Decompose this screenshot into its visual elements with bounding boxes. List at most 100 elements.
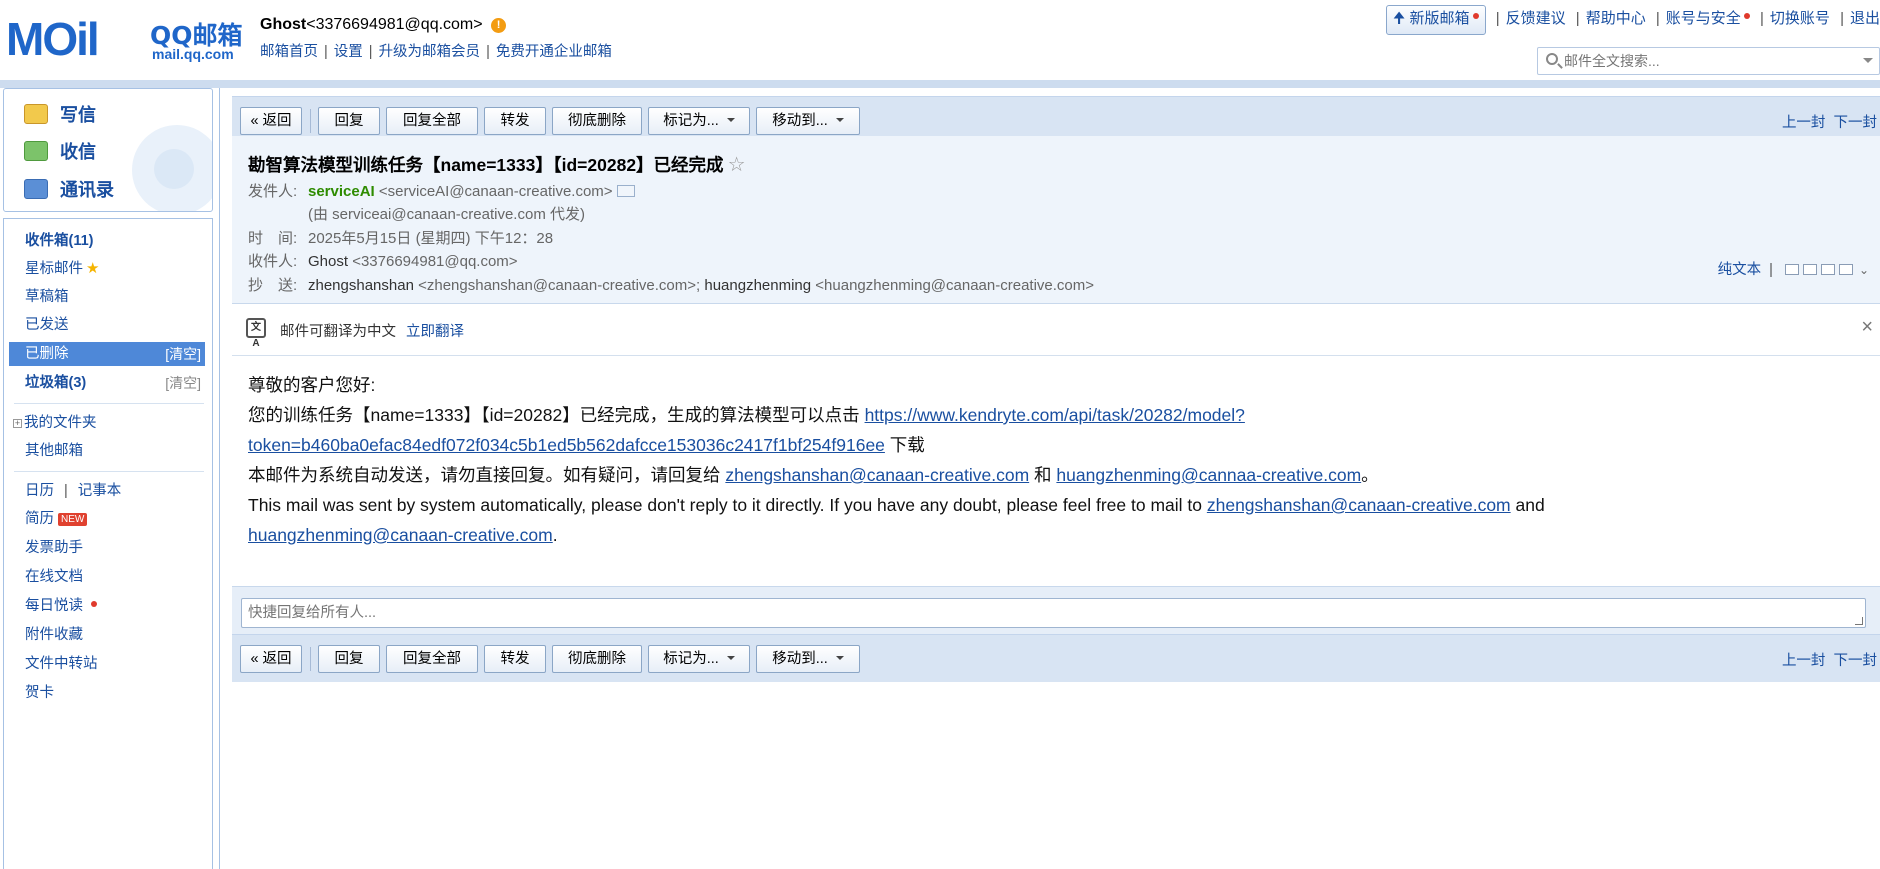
recipient-email[interactable]: <3376694981@qq.com> (352, 253, 517, 270)
reply-all-button[interactable]: 回复全部 (386, 107, 478, 135)
reply-button[interactable]: 回复 (318, 645, 380, 673)
move-to-dropdown[interactable]: 移动到... (756, 107, 860, 135)
qq-mail-logo[interactable]: MOil QQ邮箱 mail.qq.com (6, 12, 246, 65)
reply-all-button[interactable]: 回复全部 (386, 645, 478, 673)
prev-mail-link[interactable]: 上一封 (1782, 115, 1826, 131)
link-enterprise-mail[interactable]: 免费开通企业邮箱 (496, 44, 612, 60)
link-account-security[interactable]: 账号与安全 (1666, 10, 1750, 27)
back-button[interactable]: « 返回 (240, 107, 302, 135)
sidebar-quick-actions: 写信 收信 通讯录 (3, 88, 213, 212)
next-mail-link[interactable]: 下一封 (1834, 115, 1878, 131)
sidebar-item-greeting-card[interactable]: 贺卡 (9, 681, 205, 705)
warning-icon[interactable]: ! (491, 18, 507, 33)
sidebar-item-other-mailbox[interactable]: 其他邮箱 (9, 439, 205, 463)
sidebar-item-daily-reading[interactable]: 每日悦读 (9, 594, 205, 618)
link-notes[interactable]: 记事本 (78, 483, 122, 499)
user-email: <3376694981@qq.com> (306, 16, 483, 33)
mark-as-dropdown[interactable]: 标记为... (648, 645, 750, 673)
quick-reply-box[interactable] (241, 598, 1866, 628)
link-upgrade-vip[interactable]: 升级为邮箱会员 (379, 44, 481, 60)
link-help-center[interactable]: 帮助中心 (1586, 10, 1646, 27)
check-mail-button[interactable]: 收信 (24, 138, 96, 164)
quick-reply-input[interactable] (242, 599, 1865, 627)
chevron-down-icon[interactable] (1863, 58, 1873, 68)
contact-email-link[interactable]: huangzhenming@cannaa-creative.com (1056, 465, 1361, 485)
resize-grip-icon[interactable] (1855, 617, 1863, 625)
model-download-link[interactable]: https://www.kendryte.com/api/task/20282/… (865, 405, 1245, 425)
sidebar-item-drafts[interactable]: 草稿箱 (9, 285, 205, 309)
search-input[interactable] (1538, 48, 1879, 74)
reply-button[interactable]: 回复 (318, 107, 380, 135)
search-box[interactable] (1537, 47, 1880, 75)
sidebar-item-resume[interactable]: 简历 NEW (9, 507, 205, 531)
back-button[interactable]: « 返回 (240, 645, 302, 673)
forward-button[interactable]: 转发 (484, 645, 546, 673)
mail-view-options: 纯文本 | ⌄ (1717, 262, 1869, 278)
contacts-button[interactable]: 通讯录 (24, 176, 114, 202)
inbox-download-icon (24, 141, 48, 161)
model-download-link-token[interactable]: token=b460ba0efac84edf072f034c5b1ed5b562… (248, 435, 885, 455)
delete-permanently-button[interactable]: 彻底删除 (552, 645, 642, 673)
cc-name[interactable]: zhengshanshan (308, 277, 414, 294)
link-calendar[interactable]: 日历 (25, 483, 54, 499)
chevron-down-icon (726, 118, 735, 126)
mail-to-row: 收件人: Ghost <3376694981@qq.com> (248, 253, 518, 270)
recipient-name[interactable]: Ghost (308, 253, 348, 270)
expand-plus-icon[interactable]: + (13, 419, 22, 428)
cc-email[interactable]: <huangzhenming@canaan-creative.com> (815, 277, 1094, 294)
contact-email-link[interactable]: zhengshanshan@canaan-creative.com (725, 465, 1029, 485)
sidebar-item-inbox[interactable]: 收件箱(11) (9, 229, 205, 253)
close-icon[interactable]: × (1861, 316, 1873, 339)
logo-domain-text: mail.qq.com (152, 46, 234, 62)
contact-email-link[interactable]: huangzhenming@canaan-creative.com (248, 525, 553, 545)
sidebar-divider (14, 471, 204, 472)
sidebar-item-spam[interactable]: 垃圾箱(3) [清空] (9, 371, 205, 395)
chevron-down-icon (835, 118, 844, 126)
sidebar-item-invoice[interactable]: 发票助手 (9, 536, 205, 560)
print-icon[interactable] (1838, 264, 1853, 275)
next-mail-link[interactable]: 下一封 (1834, 653, 1878, 669)
mark-as-dropdown[interactable]: 标记为... (648, 107, 750, 135)
download-icon[interactable] (1820, 264, 1835, 275)
contact-email-link[interactable]: zhengshanshan@canaan-creative.com (1207, 495, 1511, 515)
source-icon[interactable] (1802, 264, 1817, 275)
contact-card-icon[interactable] (616, 185, 635, 197)
clear-deleted-button[interactable]: [清空] (165, 342, 201, 366)
chevron-down-icon[interactable]: ⌄ (1859, 263, 1869, 277)
star-outline-icon[interactable]: ☆ (728, 154, 746, 176)
new-window-icon[interactable] (1784, 264, 1799, 275)
mail-cc-row: 抄 送: zhengshanshan <zhengshanshan@canaan-… (248, 277, 1095, 294)
sender-email[interactable]: <serviceAI@canaan-creative.com> (379, 183, 613, 200)
chevron-down-icon (835, 656, 844, 664)
new-version-button[interactable]: 🠉 新版邮箱 (1385, 5, 1486, 35)
link-feedback[interactable]: 反馈建议 (1506, 10, 1566, 27)
notify-dot-icon (1472, 13, 1479, 19)
sidebar-item-sent[interactable]: 已发送 (9, 313, 205, 337)
sidebar-item-my-folders[interactable]: + 我的文件夹 (9, 411, 205, 435)
forward-button[interactable]: 转发 (484, 107, 546, 135)
sidebar-item-starred[interactable]: 星标邮件 ★ (9, 257, 205, 281)
translate-now-link[interactable]: 立即翻译 (406, 324, 464, 340)
link-settings[interactable]: 设置 (334, 44, 363, 60)
sidebar-item-attachments[interactable]: 附件收藏 (9, 623, 205, 647)
sidebar-item-deleted[interactable]: 已删除 [清空] (9, 342, 205, 366)
link-mail-home[interactable]: 邮箱首页 (260, 44, 318, 60)
link-switch-account[interactable]: 切换账号 (1770, 10, 1830, 27)
link-logout[interactable]: 退出 (1850, 10, 1880, 27)
compose-button[interactable]: 写信 (24, 101, 96, 127)
cc-email[interactable]: <zhengshanshan@canaan-creative.com>; (418, 277, 700, 294)
move-to-dropdown[interactable]: 移动到... (756, 645, 860, 673)
plain-text-link[interactable]: 纯文本 (1718, 262, 1762, 278)
up-arrow-icon: 🠉 (1392, 10, 1406, 27)
clear-spam-button[interactable]: [清空] (165, 371, 201, 395)
sidebar-item-online-docs[interactable]: 在线文档 (9, 565, 205, 589)
delete-permanently-button[interactable]: 彻底删除 (552, 107, 642, 135)
prev-mail-link[interactable]: 上一封 (1782, 653, 1826, 669)
sender-name[interactable]: serviceAI (308, 183, 375, 200)
cc-name[interactable]: huangzhenming (704, 277, 811, 294)
sidebar-item-file-transfer[interactable]: 文件中转站 (9, 652, 205, 676)
translate-bar: 文A 邮件可翻译为中文 立即翻译 × (232, 304, 1880, 356)
translate-hint: 邮件可翻译为中文 (280, 324, 396, 340)
mail-toolbar-bottom: « 返回 回复 回复全部 转发 彻底删除 标记为... 移动到... 上一封 下… (232, 634, 1880, 682)
body-paragraph: 您的训练任务【name=1333】【id=20282】已经完成，生成的算法模型可… (248, 405, 1245, 455)
